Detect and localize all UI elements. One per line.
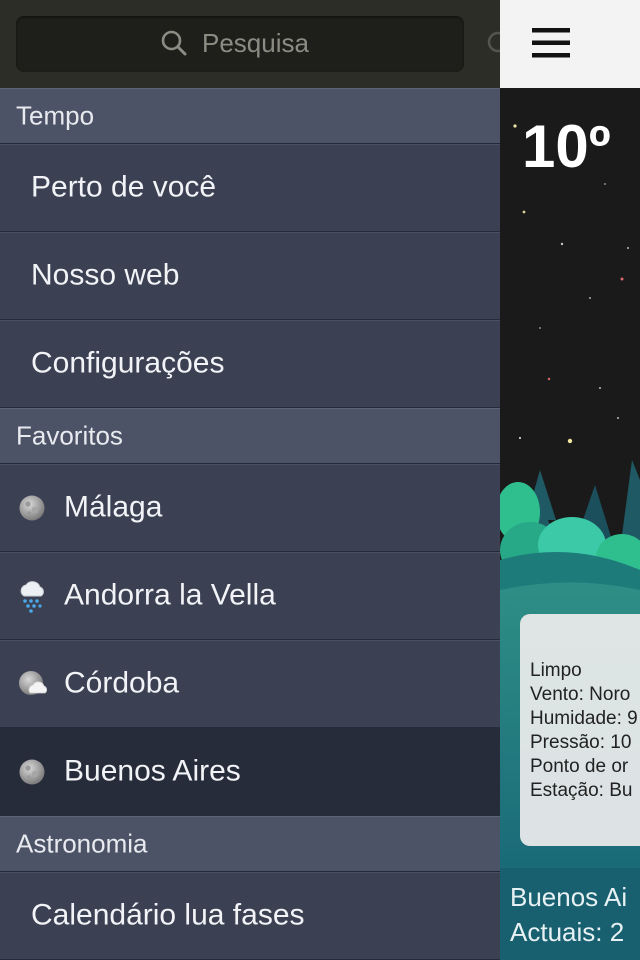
condition-text: Limpo [530,660,582,681]
search-icon-edge [487,31,500,53]
favorite-item-andorra[interactable]: Andorra la Vella [0,552,500,640]
menu-item-our-web[interactable]: Nosso web [0,232,500,320]
snow-cloud-icon [20,581,44,613]
menu-item-moon-calendar[interactable]: Calendário lua fases [0,872,500,960]
favorite-item-label: Málaga [64,490,163,524]
section-header-tempo: Tempo [0,88,500,144]
humidity-text: Humidade: 9 [530,708,638,729]
moon-clear-icon [19,759,45,785]
search-bar: Pesquisa [0,0,500,89]
favorite-item-malaga[interactable]: Málaga [0,464,500,552]
weather-view: 10º Limpo Vento: Noro Humidade: 9 Pressã… [500,0,640,960]
menu-item-label: Calendário lua fases [31,898,305,932]
updated-text: Actuais: 2 [510,917,625,947]
menu-item-label: Perto de você [31,170,217,204]
navigation-bar [500,0,640,89]
favorite-item-label: Andorra la Vella [64,578,276,612]
current-temperature: 10º [522,113,611,180]
section-header-astronomy: Astronomia [0,816,500,872]
moon-clear-icon [19,495,45,521]
favorite-item-label: Córdoba [64,666,180,700]
hamburger-menu-icon[interactable] [532,28,570,58]
section-label: Tempo [16,100,95,131]
menu-item-label: Configurações [31,346,225,380]
side-menu: Pesquisa Tempo Perto de você Nosso web C… [0,0,500,960]
section-header-favorites: Favoritos [0,408,500,464]
favorite-item-label: Buenos Aires [64,754,241,788]
pressure-text: Pressão: 10 [530,732,632,753]
moon-cloud-icon [19,671,48,695]
wind-text: Vento: Noro [530,684,631,705]
weather-details-card [520,614,640,846]
favorite-item-buenos-aires[interactable]: Buenos Aires [0,728,500,816]
favorite-item-cordoba[interactable]: Córdoba [0,640,500,728]
menu-item-settings[interactable]: Configurações [0,320,500,408]
menu-item-nearby[interactable]: Perto de você [0,144,500,232]
search-icon [161,30,187,56]
dew-point-text: Ponto de or [530,756,629,777]
station-text: Estação: Bu [530,780,633,801]
location-footer: Buenos Ai Actuais: 2 [500,868,640,960]
menu-item-label: Nosso web [31,258,180,292]
search-placeholder: Pesquisa [202,28,309,58]
section-label: Favoritos [16,420,123,451]
section-label: Astronomia [16,828,148,859]
city-name: Buenos Ai [510,882,628,912]
